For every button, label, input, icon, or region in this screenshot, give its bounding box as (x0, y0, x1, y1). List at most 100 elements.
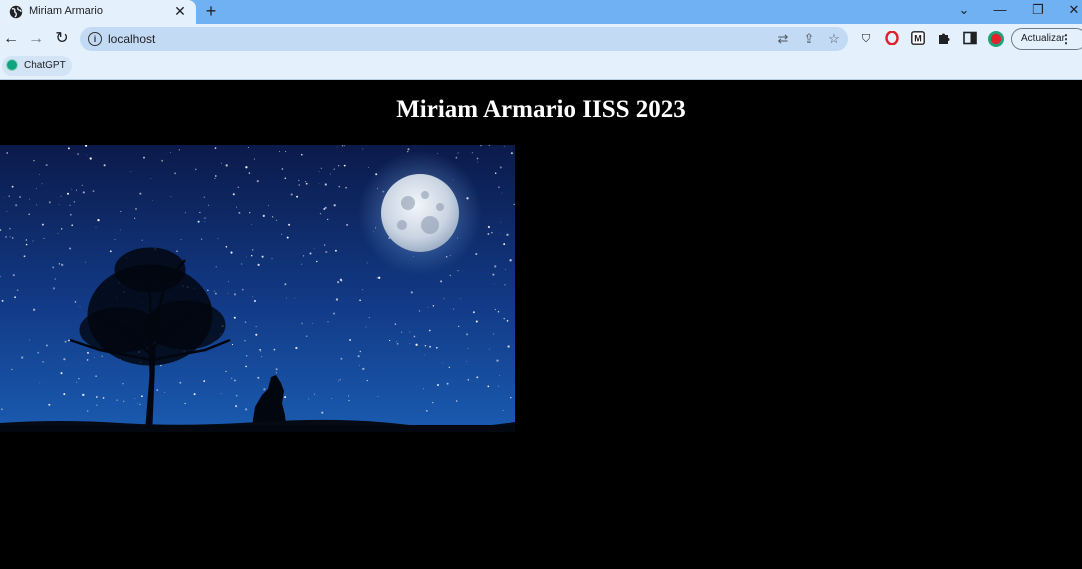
star (35, 188, 37, 189)
bookmarks-bar: ChatGPT (0, 54, 1082, 80)
star (456, 400, 458, 402)
star (244, 408, 248, 411)
share-icon[interactable]: ⇪ (800, 30, 818, 48)
star (73, 201, 76, 203)
star (60, 372, 63, 375)
star (327, 218, 329, 221)
star (256, 180, 259, 183)
star (496, 359, 499, 362)
star (220, 393, 222, 395)
star (487, 385, 490, 388)
star (141, 239, 143, 241)
star (281, 168, 284, 170)
star (137, 402, 138, 404)
address-bar[interactable]: i localhost ⇄ ⇪ ☆ (80, 27, 848, 51)
restore-button[interactable]: ❐ (1020, 0, 1056, 22)
m-extension-icon[interactable]: M (910, 31, 926, 47)
star (396, 342, 399, 345)
tab-strip: Miriam Armario ✕ + ⌄ — ❐ ✕ (0, 0, 1082, 24)
menu-kebab-icon[interactable]: ⋮ (1060, 29, 1072, 49)
star (161, 159, 164, 162)
star (45, 164, 48, 167)
star (476, 376, 479, 379)
star (368, 167, 369, 168)
back-button[interactable]: ← (0, 28, 22, 50)
reload-button[interactable]: ↻ (51, 28, 73, 50)
star (1, 299, 4, 302)
profile-avatar[interactable] (987, 31, 1004, 47)
update-button[interactable]: Actualizar ⋮ (1011, 28, 1082, 50)
star (273, 348, 276, 351)
star (5, 235, 7, 238)
star (114, 239, 116, 240)
star (491, 232, 493, 234)
star (275, 368, 278, 371)
browser-tab[interactable]: Miriam Armario ✕ (0, 0, 196, 24)
star (359, 365, 360, 366)
star (415, 343, 418, 346)
star (3, 196, 5, 198)
star (217, 238, 219, 240)
star (259, 348, 261, 351)
minimize-button[interactable]: — (982, 0, 1018, 22)
star (245, 365, 247, 368)
svg-text:M: M (914, 34, 922, 44)
new-tab-button[interactable]: + (201, 2, 221, 22)
star (170, 196, 172, 197)
bookmark-star-icon[interactable]: ☆ (825, 30, 843, 48)
star (61, 263, 64, 267)
star (394, 323, 397, 325)
star (39, 382, 41, 384)
star (25, 243, 28, 246)
star (339, 379, 341, 381)
star (448, 366, 450, 368)
tab-close-icon[interactable]: ✕ (172, 3, 188, 19)
star (45, 344, 48, 347)
star (37, 351, 40, 354)
star (122, 382, 124, 385)
opera-icon[interactable] (884, 30, 900, 47)
star (32, 240, 34, 242)
tab-search-chevron-icon[interactable]: ⌄ (946, 0, 982, 22)
star (506, 233, 509, 236)
star (502, 410, 504, 412)
star (230, 251, 233, 254)
star (6, 210, 8, 212)
star (36, 204, 38, 206)
star (436, 346, 438, 349)
star (503, 243, 506, 246)
star (305, 182, 308, 185)
browser-toolbar: ← → ↻ i localhost ⇄ ⇪ ☆ ⛉ M Actualizar ⋮ (0, 24, 1082, 54)
star (378, 276, 381, 279)
star (427, 306, 429, 308)
shield-icon[interactable]: ⛉ (858, 31, 874, 47)
star (29, 339, 30, 341)
star (41, 183, 43, 185)
star (271, 216, 274, 218)
star (76, 381, 78, 383)
site-info-icon[interactable]: i (88, 32, 102, 46)
star (409, 343, 411, 344)
star (261, 356, 263, 358)
star (249, 212, 251, 214)
puzzle-extensions-icon[interactable] (936, 31, 952, 47)
star (305, 335, 308, 338)
bookmark-chatgpt[interactable]: ChatGPT (2, 56, 72, 76)
star (500, 221, 502, 223)
star (286, 236, 289, 239)
forward-button[interactable]: → (25, 28, 47, 50)
star (366, 262, 368, 264)
star (413, 335, 416, 338)
star (57, 233, 59, 234)
close-window-button[interactable]: ✕ (1056, 0, 1082, 22)
star (95, 226, 97, 228)
star (324, 244, 326, 246)
star (429, 345, 432, 348)
star (237, 186, 240, 189)
translate-icon[interactable]: ⇄ (774, 30, 792, 48)
star (487, 225, 490, 229)
star (304, 180, 307, 182)
star (21, 356, 24, 359)
star (331, 398, 332, 399)
side-panel-icon[interactable] (962, 31, 978, 47)
